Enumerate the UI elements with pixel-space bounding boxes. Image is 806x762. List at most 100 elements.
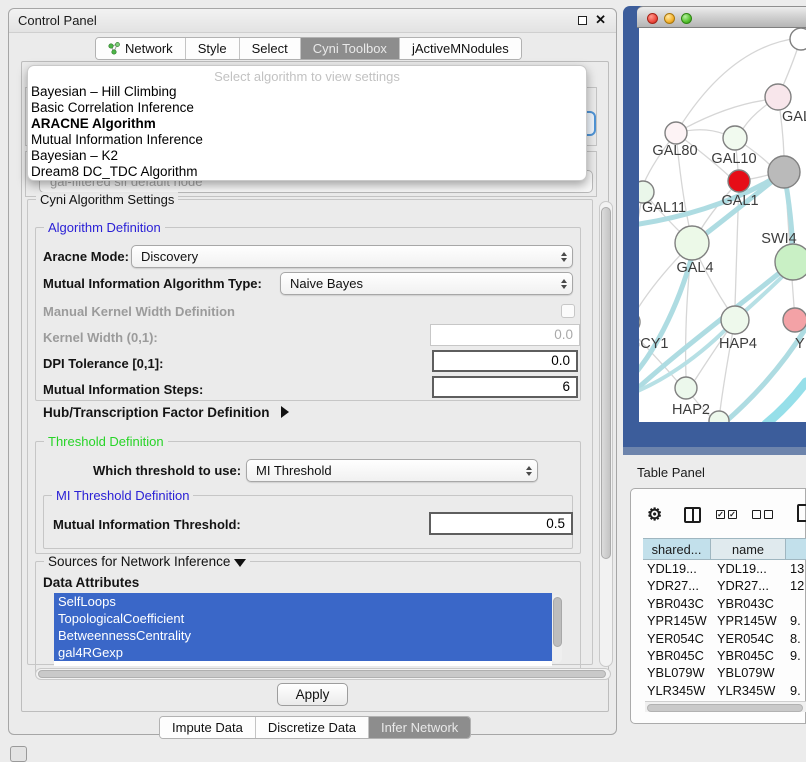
network-node-gal1[interactable] xyxy=(728,170,750,192)
table-cell[interactable]: YBR043C xyxy=(643,595,711,612)
table-cell[interactable]: YPR145W xyxy=(643,612,711,629)
table-cell[interactable]: YDR27... xyxy=(711,577,786,594)
network-node-gal80[interactable] xyxy=(665,122,687,144)
table-row[interactable]: YDL19...YDL19...13 xyxy=(643,560,806,577)
apply-button[interactable]: Apply xyxy=(277,683,348,706)
table-row[interactable]: YDR27...YDR27...12 xyxy=(643,577,806,594)
docked-panel-icon[interactable] xyxy=(10,746,27,762)
network-node-swi4[interactable] xyxy=(775,244,806,280)
table-horizontal-scrollbar[interactable] xyxy=(645,701,806,712)
horizontal-scrollbar[interactable] xyxy=(35,668,611,680)
dropdown-item[interactable]: Basic Correlation Inference xyxy=(28,100,586,116)
table-row[interactable]: YBR043CYBR043C xyxy=(643,595,806,612)
node-table[interactable]: shared...name YDL19...YDL19...13YDR27...… xyxy=(643,538,806,701)
table-cell[interactable]: YBL079W xyxy=(643,664,711,681)
dropdown-item[interactable]: Bayesian – K2 xyxy=(28,148,586,164)
gear-icon[interactable]: ⚙ xyxy=(647,505,662,525)
table-cell[interactable]: YDL19... xyxy=(711,560,786,577)
collapse-arrow-icon[interactable] xyxy=(281,406,289,418)
scrollbar-thumb[interactable] xyxy=(647,704,803,712)
expand-arrow-icon[interactable] xyxy=(234,559,246,567)
network-node-hap4[interactable] xyxy=(721,306,749,334)
table-body[interactable]: YDL19...YDL19...13YDR27...YDR27...12YBR0… xyxy=(643,560,806,701)
table-cell[interactable]: YLR345W xyxy=(711,682,786,699)
hub-tf-section-label[interactable]: Hub/Transcription Factor Definition xyxy=(43,405,270,420)
attribute-list-item[interactable]: SelfLoops xyxy=(54,593,552,610)
column-header[interactable] xyxy=(786,538,806,560)
zoom-traffic-light-icon[interactable] xyxy=(681,13,692,24)
dropdown-item[interactable]: Dream8 DC_TDC Algorithm xyxy=(28,164,586,180)
dropdown-item[interactable]: Bayesian – Hill Climbing xyxy=(28,84,586,100)
table-cell[interactable]: YBR043C xyxy=(711,595,786,612)
network-node[interactable] xyxy=(768,156,800,188)
table-cell[interactable]: 9. xyxy=(786,612,806,629)
table-header-row[interactable]: shared...name xyxy=(643,538,806,560)
table-cell[interactable] xyxy=(786,664,806,681)
network-node-gcy1[interactable] xyxy=(639,311,640,333)
tab-impute-data[interactable]: Impute Data xyxy=(160,717,255,738)
network-node-hap2[interactable] xyxy=(675,377,697,399)
mi-threshold-input[interactable]: 0.5 xyxy=(429,512,573,535)
minimize-traffic-light-icon[interactable] xyxy=(664,13,675,24)
attributes-scrollbar[interactable] xyxy=(552,595,562,663)
dpi-tolerance-input[interactable]: 0.0 xyxy=(432,350,578,372)
table-row[interactable]: YLR345WYLR345W9. xyxy=(643,682,806,699)
table-cell[interactable]: YDL19... xyxy=(643,560,711,577)
network-canvas[interactable]: GALGAL80GAL10GAL1GAL11SWI4GAL4GCY1HAP4YH… xyxy=(639,28,806,422)
dropdown-item[interactable]: Mutual Information Inference xyxy=(28,132,586,148)
table-cell[interactable]: 9. xyxy=(786,682,806,699)
tab-jactivemnodules[interactable]: jActiveMNodules xyxy=(399,38,521,59)
network-node-gal[interactable] xyxy=(765,84,791,110)
tab-network[interactable]: Network xyxy=(96,38,185,59)
scrollbar-thumb[interactable] xyxy=(553,597,562,647)
network-node-gal4[interactable] xyxy=(675,226,709,260)
table-row[interactable]: YER054CYER054C8. xyxy=(643,630,806,647)
table-row[interactable]: YBL079WYBL079W xyxy=(643,664,806,681)
table-cell[interactable]: 8. xyxy=(786,630,806,647)
attribute-list-item[interactable]: TopologicalCoefficient xyxy=(54,610,552,627)
column-header[interactable]: name xyxy=(711,538,786,560)
settings-scrollbar[interactable] xyxy=(599,201,613,667)
kernel-width-input[interactable]: 0.0 xyxy=(430,324,580,346)
dropdown-item[interactable]: ARACNE Algorithm xyxy=(28,116,586,132)
which-threshold-combo[interactable]: MI Threshold xyxy=(246,459,538,482)
mi-algorithm-type-combo[interactable]: Naive Bayes xyxy=(280,272,573,295)
tab-select[interactable]: Select xyxy=(239,38,300,59)
table-cell[interactable]: YBL079W xyxy=(711,664,786,681)
tab-cyni-toolbox[interactable]: Cyni Toolbox xyxy=(300,38,399,59)
float-window-icon[interactable] xyxy=(578,16,587,25)
aracne-mode-combo[interactable]: Discovery xyxy=(131,245,573,268)
network-node-y[interactable] xyxy=(783,308,806,332)
table-cell[interactable]: YBR045C xyxy=(711,647,786,664)
close-icon[interactable]: ✕ xyxy=(595,12,606,28)
network-window-titlebar[interactable] xyxy=(637,6,806,28)
table-row[interactable]: YBR045CYBR045C9. xyxy=(643,647,806,664)
attribute-list-item[interactable]: BetweennessCentrality xyxy=(54,627,552,644)
network-node[interactable] xyxy=(709,411,729,422)
table-row[interactable]: YPR145WYPR145W9. xyxy=(643,612,806,629)
table-cell[interactable]: YBR045C xyxy=(643,647,711,664)
table-cell[interactable] xyxy=(786,595,806,612)
network-node[interactable] xyxy=(790,28,806,50)
network-node-gal10[interactable] xyxy=(723,126,747,150)
scrollbar-thumb[interactable] xyxy=(601,207,611,559)
select-all-icon[interactable]: ✓✓ xyxy=(716,510,737,519)
table-cell[interactable]: 12 xyxy=(786,577,806,594)
tab-discretize-data[interactable]: Discretize Data xyxy=(255,717,368,738)
close-traffic-light-icon[interactable] xyxy=(647,13,658,24)
table-function-icon[interactable] xyxy=(797,504,806,522)
table-cell[interactable]: 13 xyxy=(786,560,806,577)
manual-kernel-checkbox[interactable] xyxy=(561,304,575,318)
table-cell[interactable]: YER054C xyxy=(643,630,711,647)
tab-style[interactable]: Style xyxy=(185,38,239,59)
mi-steps-input[interactable]: 6 xyxy=(432,376,578,398)
table-cell[interactable]: YER054C xyxy=(711,630,786,647)
column-layout-icon[interactable] xyxy=(684,507,701,523)
tab-infer-network[interactable]: Infer Network xyxy=(368,717,470,738)
table-cell[interactable]: 9. xyxy=(786,647,806,664)
table-cell[interactable]: YDR27... xyxy=(643,577,711,594)
column-header[interactable]: shared... xyxy=(643,538,711,560)
table-cell[interactable]: YPR145W xyxy=(711,612,786,629)
attribute-list-item[interactable]: gal4RGexp xyxy=(54,644,552,661)
deselect-all-icon[interactable] xyxy=(752,510,773,519)
